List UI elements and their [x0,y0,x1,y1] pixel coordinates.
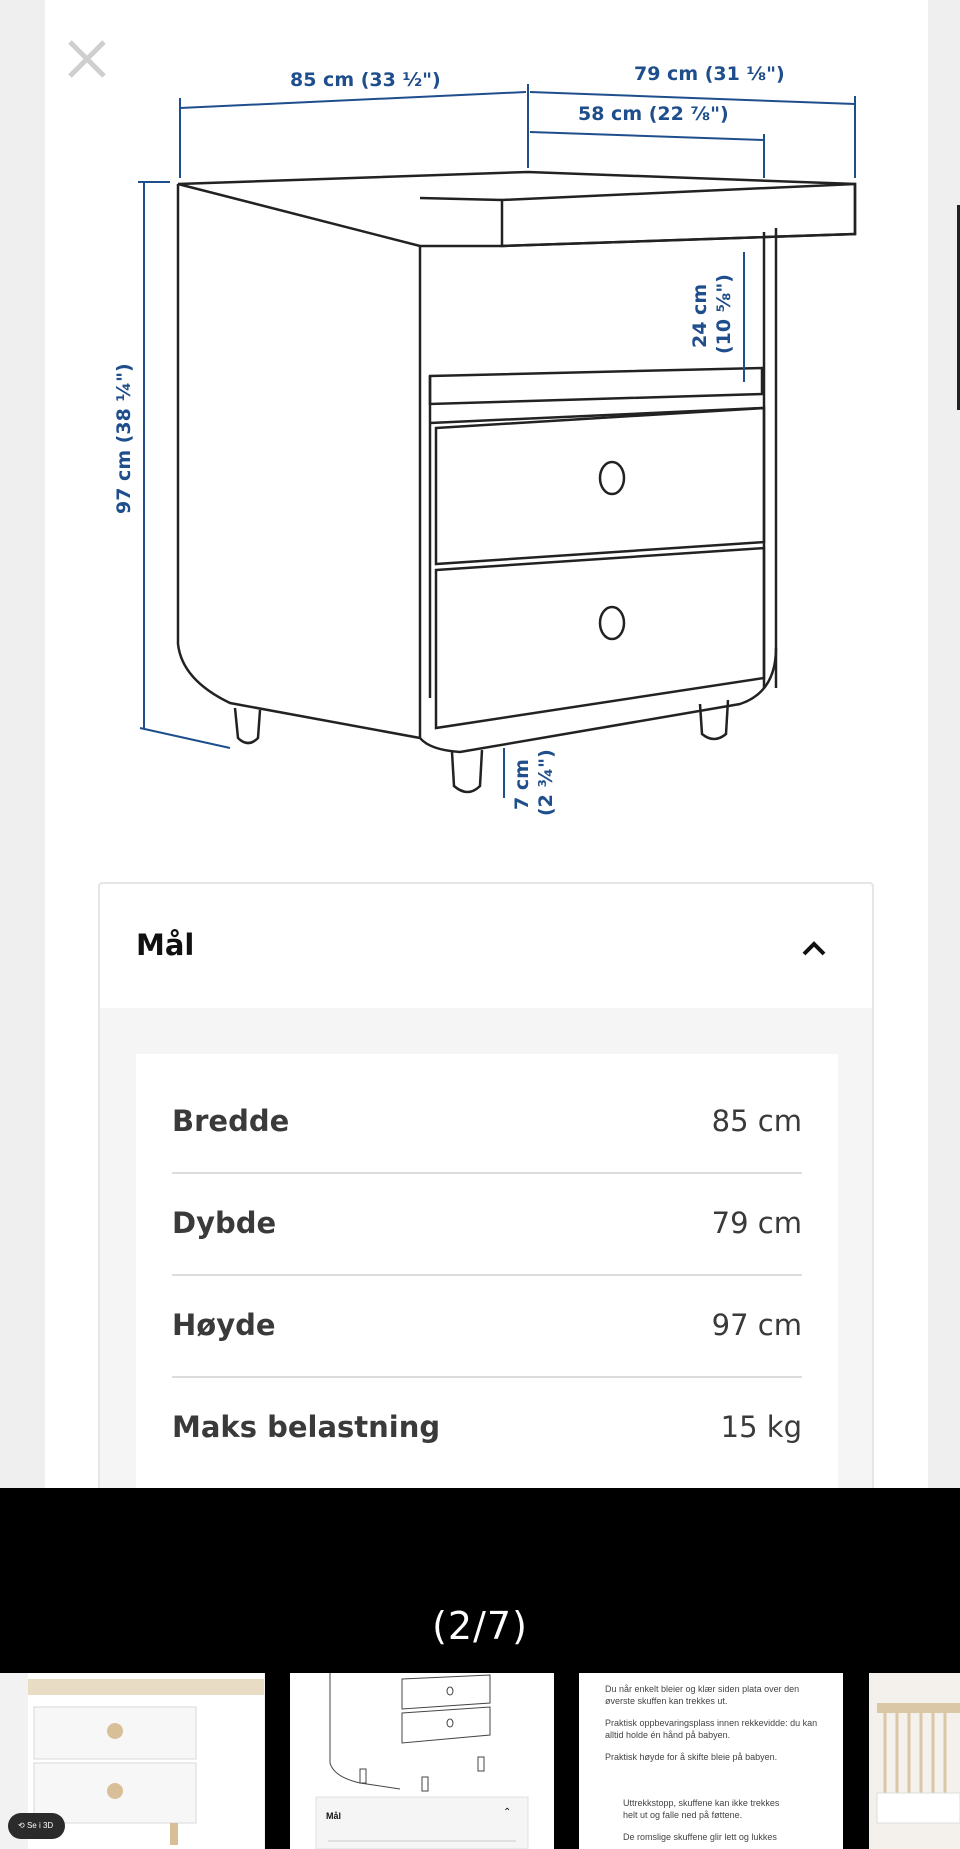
image-viewer: 85 cm (33 ½") 79 cm (31 ⅛") 58 cm (22 ⅞"… [0,0,960,1488]
thumbnail-1[interactable]: ⟲ Se i 3D [0,1673,265,1849]
accordion-header[interactable]: Mål [100,884,872,1008]
measurement-value: 97 cm [711,1308,802,1342]
measurement-value: 85 cm [711,1104,802,1138]
depth-dimension-label: 79 cm (31 ⅛") [634,63,785,85]
measurement-value: 79 cm [711,1206,802,1240]
thumbnail-text-line: Praktisk oppbevaringsplass innen rekkevi… [605,1718,818,1728]
dimension-drawing: 85 cm (33 ½") 79 cm (31 ⅛") 58 cm (22 ⅞"… [113,63,857,816]
thumbnail-4[interactable] [869,1673,960,1849]
thumbnail-crib-photo [869,1673,960,1849]
thumbnail-text-line: Du når enkelt bleier og klær siden plata… [605,1684,800,1694]
measurements-accordion: Mål Bredde 85 cm Dybde 79 cm Høyde 97 cm… [98,882,874,1488]
measurement-label: Maks belastning [172,1410,441,1444]
measurement-row: Maks belastning 15 kg [172,1378,802,1480]
thumbnail-3[interactable]: Du når enkelt bleier og klær siden plata… [579,1673,843,1849]
thumbnail-2[interactable]: Mål ⌃ [290,1673,554,1849]
inner-depth-dimension-label: 58 cm (22 ⅞") [578,103,729,125]
measurement-label: Dybde [172,1206,277,1240]
thumbnail-text-line: Praktisk høyde for å skifte bleie på bab… [605,1752,778,1762]
measurements-table: Bredde 85 cm Dybde 79 cm Høyde 97 cm Mak… [136,1054,838,1488]
thumbnail-accordion-title: Mål [326,1811,342,1821]
thumbnail-text-line: Uttrekkstopp, skuffene kan ikke trekkes [623,1798,780,1808]
measurement-row: Bredde 85 cm [172,1072,802,1174]
view-3d-button[interactable]: ⟲ Se i 3D [8,1813,66,1839]
leg-height-cm-label: 7 cm [511,759,533,810]
height-dimension-label: 97 cm (38 ¼") [113,363,135,514]
rotate-3d-icon: ⟲ [18,1821,27,1830]
thumbnail-text-line: øverste skuffen kan trekkes ut. [605,1696,728,1706]
measurement-value: 15 kg [720,1410,802,1444]
leg-height-inch-label: (2 ¾") [535,749,557,816]
measurement-row: Dybde 79 cm [172,1174,802,1276]
thumbnail-text-line: alltid holde én hånd på babyen. [605,1730,731,1740]
accordion-title: Mål [136,928,195,962]
width-dimension-label: 85 cm (33 ½") [290,69,441,91]
shelf-height-inch-label: (10 ⅝") [713,274,735,354]
measurement-row: Høyde 97 cm [172,1276,802,1378]
shelf-height-cm-label: 24 cm [689,284,711,348]
view-3d-label: Se i 3D [26,1821,54,1830]
thumbnail-text-line: De romslige skuffene glir lett og lukkes [623,1832,777,1842]
measurement-label: Høyde [172,1308,276,1342]
chevron-up-icon: ⌃ [503,1807,512,1818]
measurement-label: Bredde [172,1104,290,1138]
chevron-up-icon[interactable] [794,928,834,968]
thumbnail-text-line: helt ut og falle ned på føttene. [623,1810,743,1820]
thumbnail-dimension-drawing [315,1673,529,1849]
image-counter: (2/7) [432,1604,528,1648]
